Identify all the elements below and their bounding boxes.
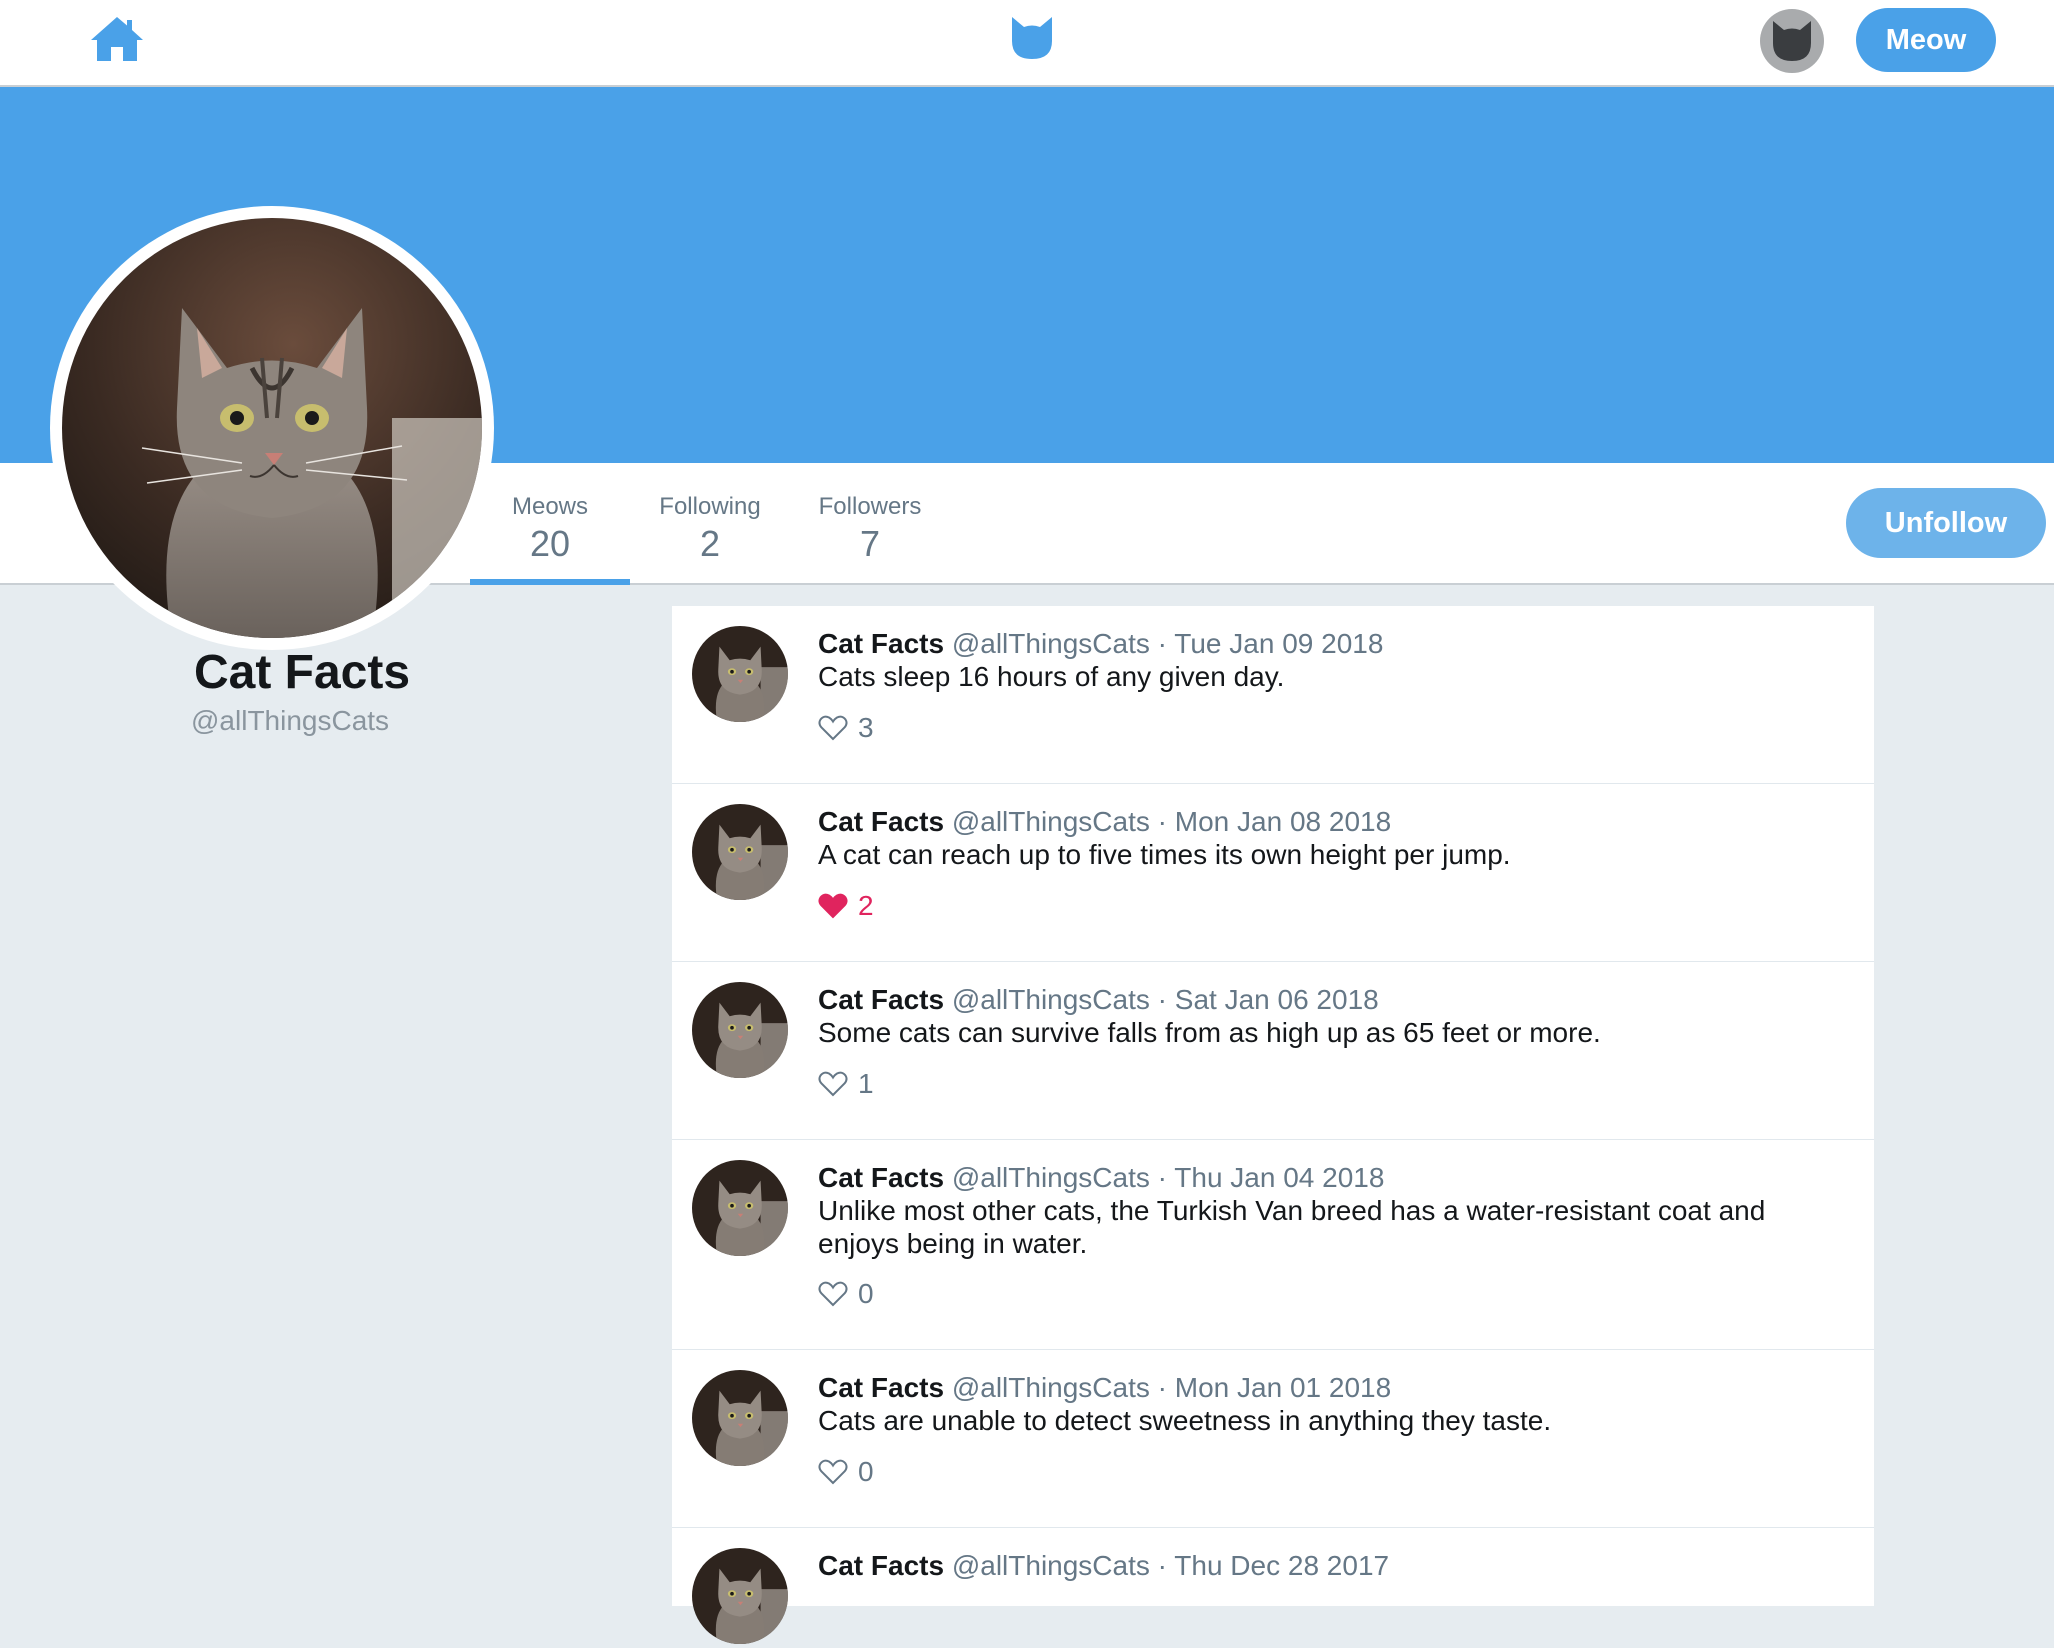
- stat-label: Followers: [818, 493, 922, 520]
- meow-item: Cat Facts @allThingsCats · Thu Jan 04 20…: [672, 1140, 1874, 1350]
- profile-name: Cat Facts: [193, 646, 411, 699]
- like-button[interactable]: 2: [818, 890, 874, 922]
- like-button[interactable]: 0: [818, 1456, 874, 1488]
- meow-avatar[interactable]: [692, 804, 788, 900]
- meow-item: Cat Facts @allThingsCats · Sat Jan 06 20…: [672, 962, 1874, 1140]
- stat-label: Following: [659, 493, 761, 520]
- meow-avatar[interactable]: [692, 626, 788, 722]
- cat-photo: [62, 218, 482, 638]
- like-count: 0: [858, 1278, 874, 1309]
- home-icon[interactable]: [88, 14, 146, 64]
- meow-date: Mon Jan 08 2018: [1174, 806, 1392, 837]
- cat-logo-icon: [1008, 15, 1056, 61]
- stat-meows[interactable]: Meows 20: [470, 463, 630, 585]
- meow-feed: Cat Facts @allThingsCats · Tue Jan 09 20…: [672, 606, 1874, 1644]
- meow-avatar[interactable]: [692, 982, 788, 1078]
- stat-following[interactable]: Following 2: [630, 463, 790, 583]
- meow-separator: ·: [1157, 1162, 1167, 1193]
- meow-date: Thu Dec 28 2017: [1174, 1550, 1390, 1581]
- stat-followers[interactable]: Followers 7: [790, 463, 950, 583]
- meow-author-name[interactable]: Cat Facts: [818, 628, 944, 659]
- meow-date: Mon Jan 01 2018: [1174, 1372, 1392, 1403]
- meow-separator: ·: [1157, 984, 1167, 1015]
- meow-text: A cat can reach up to five times its own…: [818, 839, 1511, 870]
- meow-text: Unlike most other cats, the Turkish Van …: [818, 1195, 1766, 1259]
- meow-text: Cats sleep 16 hours of any given day.: [818, 661, 1285, 692]
- meow-author-handle: @allThingsCats: [951, 1162, 1150, 1193]
- meow-author-handle: @allThingsCats: [951, 984, 1150, 1015]
- heart-filled-icon: [818, 893, 848, 919]
- profile-handle: @allThingsCats: [191, 705, 390, 736]
- meow-item: Cat Facts @allThingsCats · Mon Jan 01 20…: [672, 1350, 1874, 1528]
- like-button[interactable]: 3: [818, 712, 874, 744]
- stat-value: 20: [529, 523, 571, 564]
- meow-date: Thu Jan 04 2018: [1174, 1162, 1385, 1193]
- top-navigation-bar: Meow: [0, 0, 2054, 87]
- meow-header: Cat Facts @allThingsCats · Sat Jan 06 20…: [818, 984, 1379, 1016]
- meow-separator: ·: [1157, 1550, 1167, 1581]
- heart-outline-icon: [818, 1281, 848, 1307]
- meow-author-handle: @allThingsCats: [951, 806, 1150, 837]
- meow-avatar[interactable]: [692, 1370, 788, 1466]
- like-count: 0: [858, 1456, 874, 1487]
- profile-avatar: [50, 206, 494, 650]
- user-avatar[interactable]: [1760, 9, 1824, 73]
- meow-author-handle: @allThingsCats: [951, 1550, 1150, 1581]
- unfollow-button[interactable]: Unfollow: [1846, 488, 2046, 558]
- like-count: 3: [858, 712, 874, 743]
- meow-item: Cat Facts @allThingsCats · Mon Jan 08 20…: [672, 784, 1874, 962]
- heart-outline-icon: [818, 715, 848, 741]
- meow-header: Cat Facts @allThingsCats · Thu Dec 28 20…: [818, 1550, 1389, 1582]
- heart-outline-icon: [818, 1459, 848, 1485]
- meow-header: Cat Facts @allThingsCats · Mon Jan 01 20…: [818, 1372, 1391, 1404]
- like-count: 1: [858, 1068, 874, 1099]
- meow-date: Sat Jan 06 2018: [1174, 984, 1379, 1015]
- meow-author-name[interactable]: Cat Facts: [818, 1550, 944, 1581]
- meow-item: Cat Facts @allThingsCats · Thu Dec 28 20…: [672, 1528, 1874, 1648]
- heart-outline-icon: [818, 1071, 848, 1097]
- like-button[interactable]: 1: [818, 1068, 874, 1100]
- meow-author-name[interactable]: Cat Facts: [818, 984, 944, 1015]
- stat-label: Meows: [511, 493, 589, 520]
- meow-separator: ·: [1157, 1372, 1167, 1403]
- meow-header: Cat Facts @allThingsCats · Tue Jan 09 20…: [818, 628, 1383, 660]
- meow-author-handle: @allThingsCats: [951, 628, 1150, 659]
- stat-value: 7: [859, 523, 881, 564]
- meow-header: Cat Facts @allThingsCats · Mon Jan 08 20…: [818, 806, 1391, 838]
- meow-button[interactable]: Meow: [1856, 8, 1996, 72]
- stat-value: 2: [699, 523, 721, 564]
- meow-date: Tue Jan 09 2018: [1174, 628, 1384, 659]
- meow-avatar[interactable]: [692, 1548, 788, 1644]
- meow-separator: ·: [1157, 628, 1167, 659]
- meow-author-name[interactable]: Cat Facts: [818, 1372, 944, 1403]
- meow-author-name[interactable]: Cat Facts: [818, 806, 944, 837]
- meow-author-name[interactable]: Cat Facts: [818, 1162, 944, 1193]
- meow-item: Cat Facts @allThingsCats · Tue Jan 09 20…: [672, 606, 1874, 784]
- meow-header: Cat Facts @allThingsCats · Thu Jan 04 20…: [818, 1162, 1384, 1194]
- meow-avatar[interactable]: [692, 1160, 788, 1256]
- meow-text: Cats are unable to detect sweetness in a…: [818, 1405, 1552, 1436]
- meow-author-handle: @allThingsCats: [951, 1372, 1150, 1403]
- meow-separator: ·: [1157, 806, 1167, 837]
- cat-avatar-icon: [1773, 21, 1811, 61]
- like-button[interactable]: 0: [818, 1278, 874, 1310]
- like-count: 2: [858, 890, 874, 921]
- meow-text: Some cats can survive falls from as high…: [818, 1017, 1601, 1048]
